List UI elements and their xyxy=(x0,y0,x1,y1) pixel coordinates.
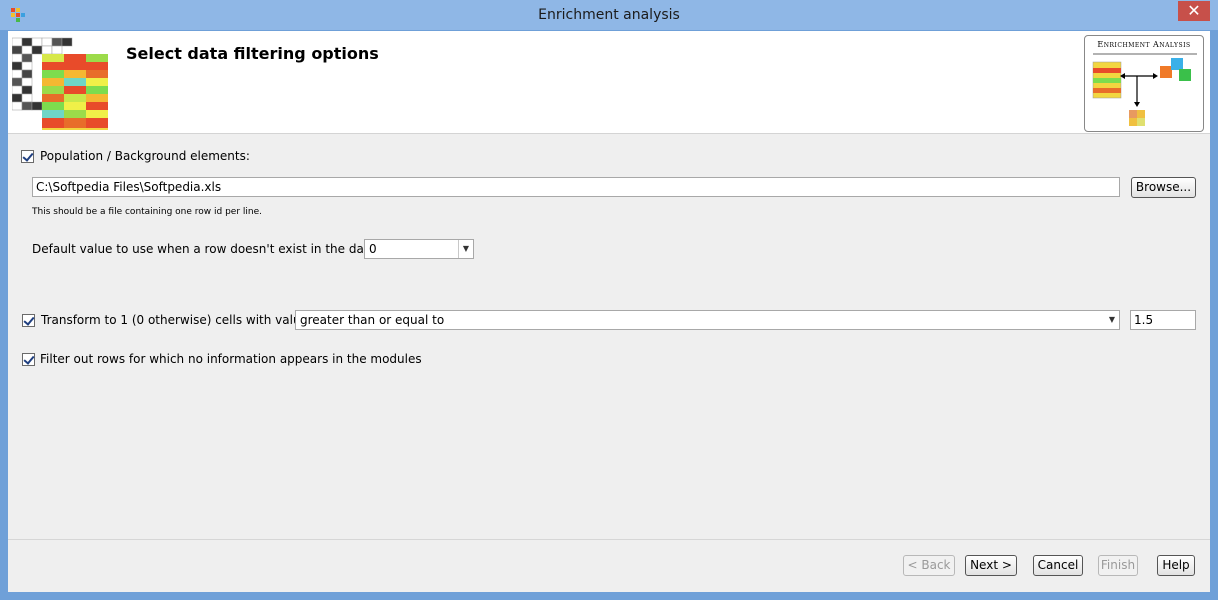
transform-checkbox[interactable] xyxy=(22,314,35,327)
population-hint: This should be a file containing one row… xyxy=(32,207,262,217)
default-value-label: Default value to use when a row doesn't … xyxy=(32,242,376,256)
diagram-title: Enrichment Analysis xyxy=(1097,40,1191,49)
dialog-window: Enrichment analysis ✕ Select data filter… xyxy=(0,0,1218,600)
cancel-button[interactable]: Cancel xyxy=(1033,555,1083,576)
finish-button[interactable]: Finish xyxy=(1098,555,1138,576)
default-value-combo[interactable]: 0 ▼ xyxy=(364,239,474,259)
threshold-field[interactable]: 1.5 xyxy=(1130,310,1196,330)
filter-label: Filter out rows for which no information… xyxy=(40,352,422,366)
next-button[interactable]: Next > xyxy=(965,555,1017,576)
chevron-down-icon[interactable]: ▼ xyxy=(458,240,473,258)
default-value-value: 0 xyxy=(369,242,377,256)
browse-button[interactable]: Browse... xyxy=(1131,177,1196,198)
population-checkbox[interactable] xyxy=(21,150,34,163)
close-button[interactable]: ✕ xyxy=(1178,1,1210,21)
population-label: Population / Background elements: xyxy=(40,149,250,163)
title-bar[interactable]: Enrichment analysis ✕ xyxy=(0,0,1218,30)
heatmap-logo-icon xyxy=(12,37,108,130)
transform-label: Transform to 1 (0 otherwise) cells with … xyxy=(41,313,308,327)
wizard-header: Select data filtering options Enrichment… xyxy=(8,31,1210,134)
help-button[interactable]: Help xyxy=(1157,555,1195,576)
page-title: Select data filtering options xyxy=(126,44,379,63)
chevron-down-icon[interactable]: ▼ xyxy=(1105,311,1119,329)
dialog-content: Select data filtering options Enrichment… xyxy=(8,31,1210,592)
footer-divider xyxy=(8,539,1210,540)
operator-combo[interactable]: greater than or equal to ▼ xyxy=(295,310,1120,330)
operator-value: greater than or equal to xyxy=(300,313,445,327)
enrichment-diagram: Enrichment Analysis xyxy=(1084,35,1204,132)
back-button[interactable]: < Back xyxy=(903,555,955,576)
population-file-field[interactable]: C:\Softpedia Files\Softpedia.xls xyxy=(32,177,1120,197)
window-title: Enrichment analysis xyxy=(538,7,680,23)
enrichment-flow-icon xyxy=(1092,53,1197,126)
filter-checkbox[interactable] xyxy=(22,353,35,366)
